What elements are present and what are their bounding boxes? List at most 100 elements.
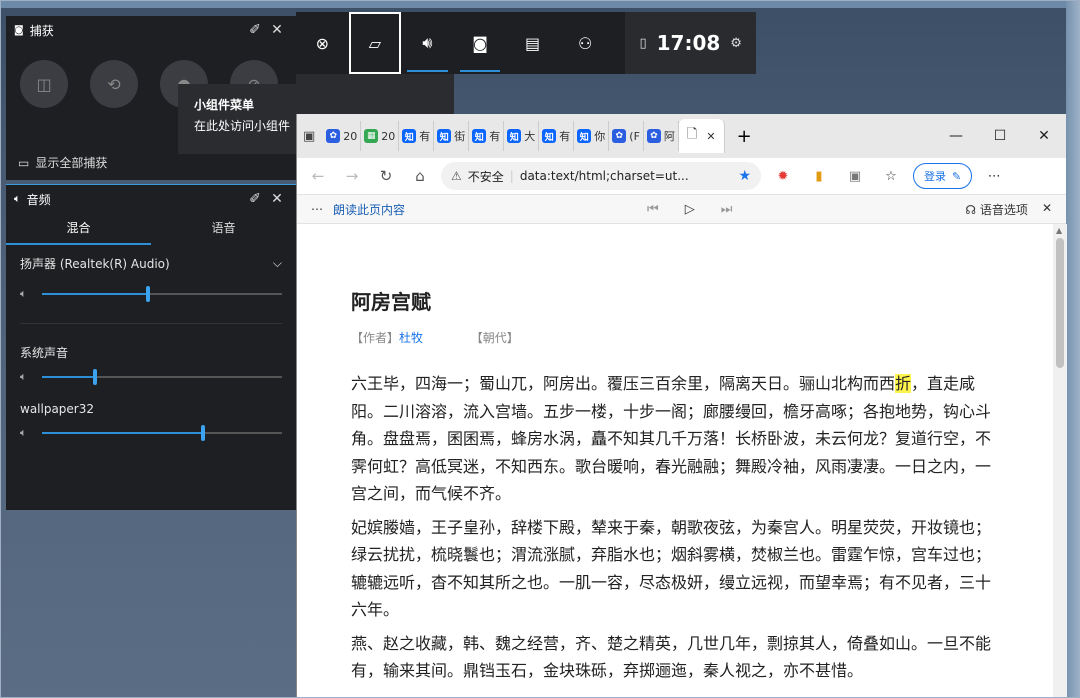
- home-icon[interactable]: ⌂: [407, 167, 433, 185]
- output-device-select[interactable]: 扬声器 (Realtek(R) Audio) ⌵: [6, 245, 296, 281]
- dynasty-tag: 【朝代】: [470, 331, 519, 345]
- widget-menu-button[interactable]: ▱: [348, 12, 402, 74]
- browser-tab[interactable]: 知街: [434, 121, 470, 151]
- system-sounds-label: 系统声音: [20, 346, 69, 360]
- people-icon: ⚇: [578, 33, 593, 53]
- screenshot-button[interactable]: ◫: [20, 60, 68, 108]
- device-volume-slider[interactable]: [42, 286, 282, 302]
- desktop-right-edge: [1066, 0, 1080, 698]
- paw-icon: ✿: [326, 129, 341, 143]
- close-window-icon[interactable]: ✕: [1022, 128, 1066, 144]
- audio-button[interactable]: 🔊︎: [401, 12, 454, 74]
- read-aloud-label[interactable]: 朗读此页内容: [333, 201, 405, 218]
- audio-widget: 🔈︎ 音频 ✐ ✕ 混合 语音 扬声器 (Realtek(R) Audio) ⌵…: [6, 184, 296, 510]
- tab-title: 20: [343, 129, 358, 143]
- login-label: 登录: [924, 170, 946, 183]
- clock-area: ▯ 17:08 ⚙: [625, 12, 756, 74]
- performance-button[interactable]: ▤: [506, 12, 559, 74]
- slider-thumb[interactable]: [200, 425, 205, 441]
- url-separator: |: [509, 169, 514, 183]
- show-all-captures-link[interactable]: ▭ 显示全部捕获: [18, 154, 107, 171]
- author-link[interactable]: 杜牧: [399, 331, 423, 345]
- scroll-up-icon[interactable]: ▲: [1056, 226, 1062, 235]
- maximize-icon[interactable]: ☐: [978, 128, 1022, 144]
- browser-tab[interactable]: 知有: [399, 121, 435, 151]
- system-volume-slider[interactable]: [42, 369, 282, 385]
- tab-title: 20: [381, 129, 396, 143]
- back-icon[interactable]: ←: [305, 167, 331, 185]
- close-icon[interactable]: ✕: [266, 191, 288, 207]
- refresh-icon[interactable]: ↻: [373, 167, 399, 185]
- next-icon[interactable]: ⏭︎: [721, 202, 733, 217]
- close-tab-icon[interactable]: ✕: [706, 130, 715, 143]
- record-last-button[interactable]: ⟲: [90, 60, 138, 108]
- show-all-captures-label: 显示全部捕获: [35, 156, 108, 170]
- minimize-icon[interactable]: —: [934, 128, 978, 144]
- app-volume-slider[interactable]: [42, 425, 282, 441]
- browser-tab[interactable]: 知有: [469, 121, 505, 151]
- more-icon[interactable]: ⋯: [311, 202, 323, 216]
- extension-page-icon[interactable]: ▣: [841, 169, 869, 184]
- browser-tab[interactable]: 知有: [539, 121, 575, 151]
- tab-actions-icon[interactable]: ▣: [303, 129, 315, 144]
- zhi-icon: 知: [542, 129, 557, 143]
- social-button[interactable]: ⚇: [559, 12, 612, 74]
- tab-mix[interactable]: 混合: [6, 213, 151, 245]
- browser-tab[interactable]: 知大: [504, 121, 540, 151]
- media-controls: ⏮︎ ▷ ⏭︎: [647, 202, 732, 217]
- close-icon[interactable]: ✕: [266, 22, 288, 38]
- slider-thumb[interactable]: [145, 286, 150, 302]
- paw-icon: ✿: [612, 129, 627, 143]
- tab-title: (F: [629, 129, 640, 143]
- browser-tab[interactable]: ✿ 阿: [644, 121, 679, 151]
- extension-gear-icon[interactable]: ✹: [769, 169, 797, 184]
- pin-icon[interactable]: ✐: [244, 22, 266, 38]
- xbox-icon: ⊗: [315, 33, 329, 53]
- browser-tab[interactable]: ✿ 20: [323, 121, 362, 151]
- play-icon[interactable]: ▷: [685, 202, 695, 217]
- browser-tab[interactable]: ▦ 20: [361, 121, 400, 151]
- zhi-icon: 知: [507, 129, 522, 143]
- address-bar: ← → ↻ ⌂ ⚠ 不安全 | data:text/html;charset=u…: [297, 158, 1066, 194]
- tab-title: 大: [524, 130, 536, 143]
- settings-gear-icon[interactable]: ⚙: [730, 36, 742, 51]
- url-field[interactable]: ⚠ 不安全 | data:text/html;charset=ut... ★: [441, 162, 761, 190]
- widget-menu-icon: ▱: [368, 33, 382, 53]
- favorites-icon[interactable]: ☆: [877, 169, 905, 184]
- browser-tab[interactable]: 知你: [574, 121, 610, 151]
- voice-options-button[interactable]: ☊ 语音选项: [965, 201, 1028, 218]
- capture-title: 捕获: [29, 23, 54, 38]
- forward-icon[interactable]: →: [339, 167, 365, 185]
- clock-time: 17:08: [656, 31, 721, 55]
- more-menu-icon[interactable]: ⋯: [980, 169, 1008, 184]
- tab-strip: ✿ 20 ▦ 20 知有知街知有知大知有知你 ✿ (F ✿ 阿: [323, 121, 679, 151]
- window-controls: — ☐ ✕: [934, 128, 1066, 144]
- scrollbar-thumb[interactable]: [1056, 238, 1064, 368]
- close-read-aloud-icon[interactable]: ✕: [1042, 201, 1052, 218]
- extension-chart-icon[interactable]: ▮: [805, 169, 833, 184]
- pin-icon[interactable]: ✐: [244, 191, 266, 207]
- grid-icon: ▦: [364, 129, 379, 143]
- slider-thumb[interactable]: [92, 369, 97, 385]
- new-tab-icon[interactable]: +: [737, 126, 752, 147]
- read-aloud-bar: ⋯ 朗读此页内容 ⏮︎ ▷ ⏭︎ ☊ 语音选项 ✕: [297, 194, 1066, 224]
- browser-tab[interactable]: ✿ (F: [609, 121, 644, 151]
- login-button[interactable]: 登录 ✎: [913, 163, 973, 189]
- favorite-star-icon[interactable]: ★: [738, 168, 751, 184]
- speaker-icon: 🔈︎: [20, 426, 27, 439]
- tab-title: 有: [559, 130, 571, 143]
- url-text: data:text/html;charset=ut...: [519, 169, 689, 183]
- audio-title: 音频: [26, 192, 51, 207]
- capture-icon: ◙: [472, 33, 488, 53]
- vertical-scrollbar[interactable]: ▲: [1053, 224, 1067, 698]
- tab-voice[interactable]: 语音: [151, 213, 296, 245]
- tab-active[interactable]: 🗋︎ ✕: [678, 119, 725, 153]
- xbox-button[interactable]: ⊗: [296, 12, 349, 74]
- paw-icon: ✿: [646, 129, 661, 143]
- capture-button[interactable]: ◙: [454, 12, 507, 74]
- mouse-icon[interactable]: ▯: [639, 36, 646, 51]
- warning-icon: ⚠: [451, 169, 462, 183]
- speaker-icon: 🔈︎: [20, 370, 27, 383]
- previous-icon[interactable]: ⏮︎: [647, 202, 659, 217]
- zhi-icon: 知: [437, 129, 452, 143]
